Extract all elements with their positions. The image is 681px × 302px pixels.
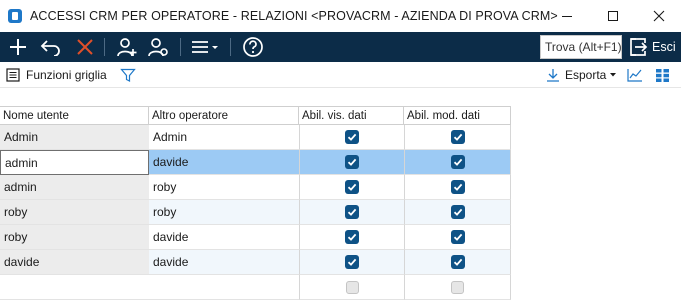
table-row[interactable]: admin davide bbox=[0, 150, 511, 175]
checkbox-checked[interactable] bbox=[345, 205, 359, 219]
filter-icon bbox=[120, 68, 136, 82]
checkbox-checked[interactable] bbox=[450, 155, 465, 169]
app-icon bbox=[8, 9, 22, 23]
toolbar-separator bbox=[104, 38, 105, 56]
users-icon bbox=[148, 38, 168, 57]
view-permission-cell bbox=[299, 250, 404, 275]
checkbox-unchecked[interactable] bbox=[345, 280, 359, 294]
delete-icon bbox=[77, 39, 93, 55]
user-cell[interactable]: roby bbox=[0, 200, 149, 225]
toolbar-separator bbox=[230, 38, 231, 56]
column-header-user[interactable]: Nome utente bbox=[0, 107, 149, 125]
view-permission-cell bbox=[299, 150, 404, 175]
checkbox-unchecked[interactable] bbox=[451, 280, 464, 294]
table-row[interactable]: admin roby bbox=[0, 175, 511, 200]
table-row[interactable]: roby davide bbox=[0, 225, 511, 250]
checkbox-checked[interactable] bbox=[345, 255, 359, 269]
add-icon bbox=[10, 39, 26, 55]
checkbox-checked[interactable] bbox=[345, 230, 359, 244]
checkbox-checked[interactable] bbox=[450, 130, 465, 144]
help-button[interactable] bbox=[238, 32, 268, 62]
view-permission-cell bbox=[299, 200, 404, 225]
download-icon bbox=[547, 69, 559, 82]
grid-view-button[interactable] bbox=[656, 62, 669, 88]
chart-button[interactable] bbox=[627, 62, 643, 88]
user-cell[interactable]: Admin bbox=[0, 125, 149, 150]
checkbox-checked[interactable] bbox=[345, 180, 359, 194]
menu-button[interactable] bbox=[188, 32, 222, 62]
help-icon bbox=[243, 37, 263, 57]
close-button[interactable] bbox=[636, 0, 681, 32]
new-button[interactable] bbox=[4, 32, 32, 62]
window-title: ACCESSI CRM PER OPERATORE - RELAZIONI <P… bbox=[30, 9, 558, 23]
other-operator-cell[interactable]: Admin bbox=[149, 125, 299, 150]
add-user-icon bbox=[117, 38, 137, 57]
export-button[interactable]: Esporta bbox=[546, 62, 617, 88]
other-operator-cell[interactable]: roby bbox=[149, 175, 299, 200]
search-input[interactable]: Trova (Alt+F1) bbox=[540, 35, 622, 59]
other-operator-cell[interactable]: davide bbox=[149, 250, 299, 275]
other-operator-cell[interactable]: roby bbox=[149, 200, 299, 225]
grid-header: Nome utente Altro operatore Abil. vis. d… bbox=[0, 106, 511, 125]
checkbox-checked[interactable] bbox=[450, 230, 465, 244]
table-row[interactable] bbox=[0, 275, 511, 300]
edit-permission-cell bbox=[404, 125, 511, 150]
delete-button[interactable] bbox=[70, 32, 100, 62]
user-cell[interactable]: admin bbox=[0, 175, 149, 200]
menu-icon bbox=[192, 41, 218, 53]
undo-icon bbox=[40, 40, 60, 56]
chart-icon bbox=[627, 69, 642, 82]
edit-permission-cell bbox=[404, 250, 511, 275]
view-permission-cell bbox=[299, 225, 404, 250]
exit-button[interactable]: Esci bbox=[628, 32, 676, 62]
exit-icon bbox=[630, 38, 648, 56]
table-row[interactable]: davide davide bbox=[0, 250, 511, 275]
checkbox-checked[interactable] bbox=[450, 255, 465, 269]
minimize-icon bbox=[562, 15, 572, 17]
user-cell[interactable]: roby bbox=[0, 225, 149, 250]
column-header-edit[interactable]: Abil. mod. dati bbox=[404, 107, 511, 125]
user-cell[interactable]: davide bbox=[0, 250, 149, 275]
checkbox-checked[interactable] bbox=[345, 130, 359, 144]
close-icon bbox=[653, 10, 665, 22]
other-operator-cell[interactable]: davide bbox=[149, 225, 299, 250]
edit-permission-cell bbox=[404, 275, 511, 300]
maximize-icon bbox=[608, 11, 618, 21]
maximize-button[interactable] bbox=[590, 0, 636, 32]
grid-functions-label: Funzioni griglia bbox=[26, 68, 107, 82]
edit-permission-cell bbox=[404, 200, 511, 225]
exit-label: Esci bbox=[652, 40, 676, 54]
grid-toolbar: Funzioni griglia Esporta bbox=[0, 62, 681, 88]
grid-functions-button[interactable]: Funzioni griglia bbox=[6, 62, 107, 88]
table-row[interactable]: roby roby bbox=[0, 200, 511, 225]
user-cell[interactable] bbox=[0, 275, 149, 300]
column-header-view[interactable]: Abil. vis. dati bbox=[299, 107, 404, 125]
edit-permission-cell bbox=[404, 150, 511, 175]
other-operator-cell[interactable] bbox=[149, 275, 299, 300]
minimize-button[interactable] bbox=[544, 0, 590, 32]
view-permission-cell bbox=[299, 275, 404, 300]
table-row[interactable]: Admin Admin bbox=[0, 125, 511, 150]
column-header-other-operator[interactable]: Altro operatore bbox=[149, 107, 299, 125]
grid-functions-icon bbox=[6, 68, 20, 82]
toolbar-separator bbox=[180, 38, 181, 56]
edit-permission-cell bbox=[404, 225, 511, 250]
checkbox-checked[interactable] bbox=[345, 155, 359, 169]
chevron-down-icon bbox=[610, 73, 617, 77]
checkbox-checked[interactable] bbox=[450, 180, 465, 194]
view-permission-cell bbox=[299, 125, 404, 150]
edit-permission-cell bbox=[404, 175, 511, 200]
grid-view-icon bbox=[656, 68, 669, 82]
undo-button[interactable] bbox=[36, 32, 66, 62]
view-permission-cell bbox=[299, 175, 404, 200]
other-operator-cell[interactable]: davide bbox=[149, 150, 299, 175]
filter-button[interactable] bbox=[120, 62, 136, 88]
user-cell[interactable]: admin bbox=[0, 150, 149, 175]
users-button[interactable] bbox=[144, 32, 174, 62]
export-label: Esporta bbox=[565, 68, 607, 82]
checkbox-checked[interactable] bbox=[450, 205, 465, 219]
add-user-button[interactable] bbox=[112, 32, 142, 62]
